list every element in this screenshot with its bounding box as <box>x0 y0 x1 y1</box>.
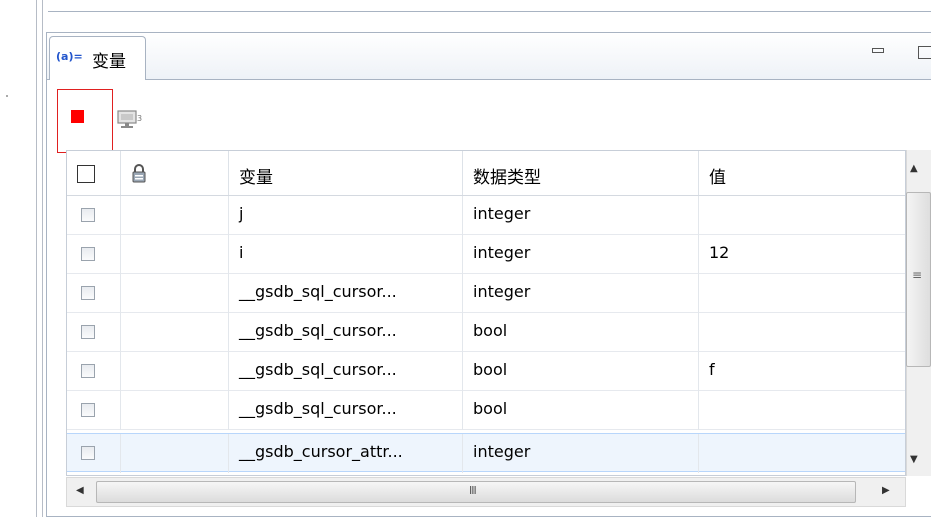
scroll-down-icon[interactable]: ▼ <box>910 454 918 465</box>
row-checkbox[interactable] <box>81 286 95 300</box>
editor-area-bottom-edge <box>48 0 931 12</box>
scroll-left-icon[interactable]: ◀ <box>76 485 84 496</box>
header-select-column[interactable] <box>67 151 121 195</box>
variable-type: bool <box>473 321 508 340</box>
maximize-icon[interactable] <box>918 46 931 59</box>
scroll-grip-icon: ≡ <box>912 268 923 282</box>
view-toolbar <box>47 80 931 148</box>
row-checkbox[interactable] <box>81 364 95 378</box>
table-row-selected[interactable]: __gsdb_cursor_attr... integer <box>67 433 905 473</box>
table-row[interactable]: __gsdb_sql_cursor... bool <box>67 313 905 352</box>
variable-type: bool <box>473 360 508 379</box>
table-header: 变量 数据类型 值 <box>67 151 905 196</box>
header-data-type-label: 数据类型 <box>473 168 541 188</box>
variable-name: __gsdb_sql_cursor... <box>239 399 397 418</box>
stop-button-highlight <box>57 89 113 153</box>
variable-type: bool <box>473 399 508 418</box>
header-lock-column[interactable] <box>121 151 229 195</box>
variable-type: integer <box>473 282 531 301</box>
table-row[interactable]: __gsdb_sql_cursor... bool f <box>67 352 905 391</box>
header-value-label: 值 <box>709 168 726 188</box>
row-checkbox[interactable] <box>81 208 95 222</box>
view-tab-strip <box>47 33 931 80</box>
variable-type: integer <box>473 442 531 461</box>
left-panel-area <box>0 0 36 517</box>
lock-icon <box>132 164 146 183</box>
table-row[interactable]: i integer 12 <box>67 235 905 274</box>
minimize-icon[interactable] <box>872 48 884 53</box>
scroll-right-icon[interactable]: ▶ <box>882 485 890 496</box>
table-row[interactable]: __gsdb_sql_cursor... integer <box>67 274 905 313</box>
header-value[interactable]: 值 <box>699 151 905 195</box>
stop-icon[interactable] <box>71 110 84 123</box>
scroll-up-icon[interactable]: ▲ <box>910 163 918 174</box>
row-checkbox[interactable] <box>81 247 95 261</box>
left-panel-border <box>36 0 37 517</box>
variable-type: integer <box>473 204 531 223</box>
variable-name: __gsdb_sql_cursor... <box>239 360 397 379</box>
variable-value[interactable]: f <box>709 360 715 379</box>
variable-name: i <box>239 243 244 262</box>
display-variables-icon[interactable]: 3 <box>113 108 143 130</box>
header-variable[interactable]: 变量 <box>229 151 463 195</box>
variables-table: 变量 数据类型 值 j integer i integer 12 __gsdb_… <box>66 150 906 476</box>
variable-name: j <box>239 204 244 223</box>
table-row[interactable]: j integer <box>67 196 905 235</box>
variable-type: integer <box>473 243 531 262</box>
variables-icon: (a)= <box>56 50 83 63</box>
left-panel-border-inner <box>42 0 43 517</box>
table-row[interactable]: __gsdb_sql_cursor... bool <box>67 391 905 430</box>
variable-name: __gsdb_sql_cursor... <box>239 321 397 340</box>
scroll-grip-icon: III <box>469 484 477 497</box>
variable-name: __gsdb_cursor_attr... <box>239 442 403 461</box>
header-variable-label: 变量 <box>239 168 273 188</box>
select-all-checkbox[interactable] <box>77 165 95 183</box>
sash-dot <box>6 95 8 97</box>
row-checkbox[interactable] <box>81 446 95 460</box>
header-data-type[interactable]: 数据类型 <box>463 151 699 195</box>
horizontal-scroll-thumb[interactable] <box>96 481 856 503</box>
tab-variables-label: 变量 <box>92 52 126 72</box>
svg-text:3: 3 <box>137 114 142 123</box>
variable-name: __gsdb_sql_cursor... <box>239 282 397 301</box>
row-checkbox[interactable] <box>81 403 95 417</box>
variable-value[interactable]: 12 <box>709 243 729 262</box>
row-checkbox[interactable] <box>81 325 95 339</box>
